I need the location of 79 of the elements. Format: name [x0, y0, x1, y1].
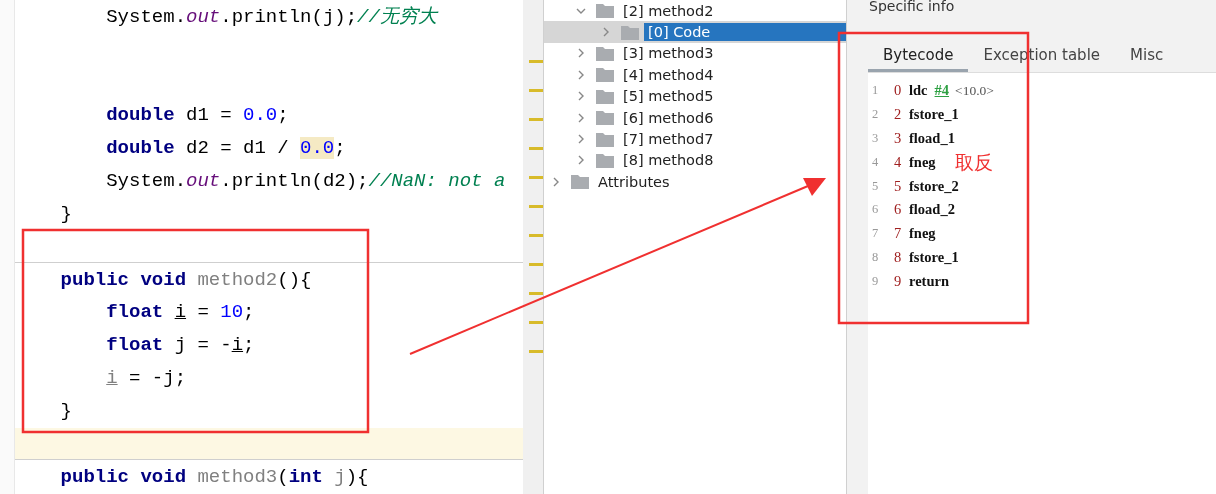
bytecode-offset: 5	[894, 177, 903, 195]
tree-node[interactable]: [7] method7	[619, 130, 718, 149]
bytecode-instruction: fneg	[909, 153, 936, 171]
code-line: double d1 = 0.0;	[105, 104, 289, 127]
warning-stripe-mark[interactable]	[529, 234, 543, 237]
bytecode-instruction: fload_1	[909, 130, 955, 147]
bytecode-offset: 2	[894, 106, 903, 124]
code-line: public void method3(int j){	[59, 465, 369, 488]
folder-icon	[596, 88, 614, 104]
constant-value: <10.0>	[955, 82, 994, 99]
code-line: float i = 10;	[105, 301, 255, 324]
code-line: public void method2(){	[59, 268, 312, 291]
bytecode-offset: 8	[894, 248, 903, 266]
line-number: 3	[871, 131, 880, 146]
chevron-right-icon[interactable]	[576, 48, 586, 59]
folder-icon	[596, 45, 614, 61]
annotation-text: 取反	[955, 150, 993, 175]
tree-node[interactable]: [8] method8	[619, 151, 718, 170]
bytecode-instruction: fneg	[909, 225, 936, 243]
folder-icon	[571, 174, 589, 190]
code-line: }	[59, 400, 72, 423]
bytecode-instruction: fstore_1	[909, 106, 959, 124]
warning-stripe-mark[interactable]	[529, 205, 543, 208]
line-number: 5	[871, 178, 880, 194]
chevron-right-icon[interactable]	[576, 155, 586, 166]
line-number: 1	[871, 83, 880, 99]
tree-node[interactable]: [3] method3	[619, 44, 718, 63]
tree-node[interactable]: [5] method5	[619, 87, 718, 106]
chevron-right-icon[interactable]	[601, 27, 611, 38]
warning-stripe-mark[interactable]	[529, 263, 543, 266]
tree-node[interactable]: [2] method2	[619, 1, 718, 20]
warning-stripe-mark[interactable]	[529, 89, 543, 92]
line-number: 9	[871, 273, 880, 289]
chevron-right-icon[interactable]	[576, 91, 586, 102]
line-number: 2	[871, 107, 880, 123]
tab[interactable]: Misc	[1115, 46, 1179, 72]
code-line: System.out.println(d2);//NaN: not a	[105, 169, 506, 192]
line-number: 4	[871, 154, 880, 170]
bytecode-offset: 4	[894, 153, 903, 171]
folder-icon	[596, 152, 614, 168]
bytecode-offset: 6	[894, 201, 903, 219]
warning-stripe-mark[interactable]	[529, 147, 543, 150]
warning-stripe-mark[interactable]	[529, 118, 543, 121]
code-line: System.out.println(j);//无穷大	[105, 5, 437, 30]
bytecode-offset: 3	[894, 130, 903, 147]
folder-icon	[596, 110, 614, 126]
bytecode-instruction: ldc	[909, 82, 928, 100]
panel-title: Specific info	[868, 0, 956, 14]
line-number: 7	[871, 226, 880, 242]
bytecode-instruction: fstore_2	[909, 177, 959, 195]
chevron-right-icon[interactable]	[576, 134, 586, 145]
bytecode-offset: 7	[894, 225, 903, 243]
warning-stripe-mark[interactable]	[529, 350, 543, 353]
bytecode-instruction: fstore_1	[909, 248, 959, 266]
chevron-right-icon[interactable]	[576, 112, 586, 123]
warning-stripe-mark[interactable]	[529, 60, 543, 63]
folder-icon	[621, 24, 639, 40]
bytecode-offset: 9	[894, 272, 903, 290]
line-number: 8	[871, 249, 880, 265]
tree-node[interactable]: Attributes	[594, 172, 674, 191]
tree-node[interactable]: [4] method4	[619, 65, 718, 84]
folder-icon	[596, 3, 614, 19]
bytecode-offset: 0	[894, 82, 903, 100]
folder-icon	[596, 131, 614, 147]
bytecode-instruction: return	[909, 272, 949, 290]
code-line: float j = -i;	[105, 334, 255, 357]
chevron-right-icon[interactable]	[576, 69, 586, 80]
warning-stripe-mark[interactable]	[529, 176, 543, 179]
code-line: double d2 = d1 / 0.0;	[105, 137, 346, 159]
line-number: 6	[871, 202, 880, 218]
code-line: i = -j;	[105, 367, 187, 390]
tree-node[interactable]: [0] Code	[644, 23, 846, 42]
tree-node[interactable]: [6] method6	[619, 108, 718, 127]
warning-stripe-mark[interactable]	[529, 292, 543, 295]
chevron-right-icon[interactable]	[551, 176, 561, 187]
code-line: }	[59, 202, 72, 225]
bytecode-instruction: fload_2	[909, 201, 955, 219]
folder-icon	[596, 67, 614, 83]
warning-stripe-mark[interactable]	[529, 321, 543, 324]
